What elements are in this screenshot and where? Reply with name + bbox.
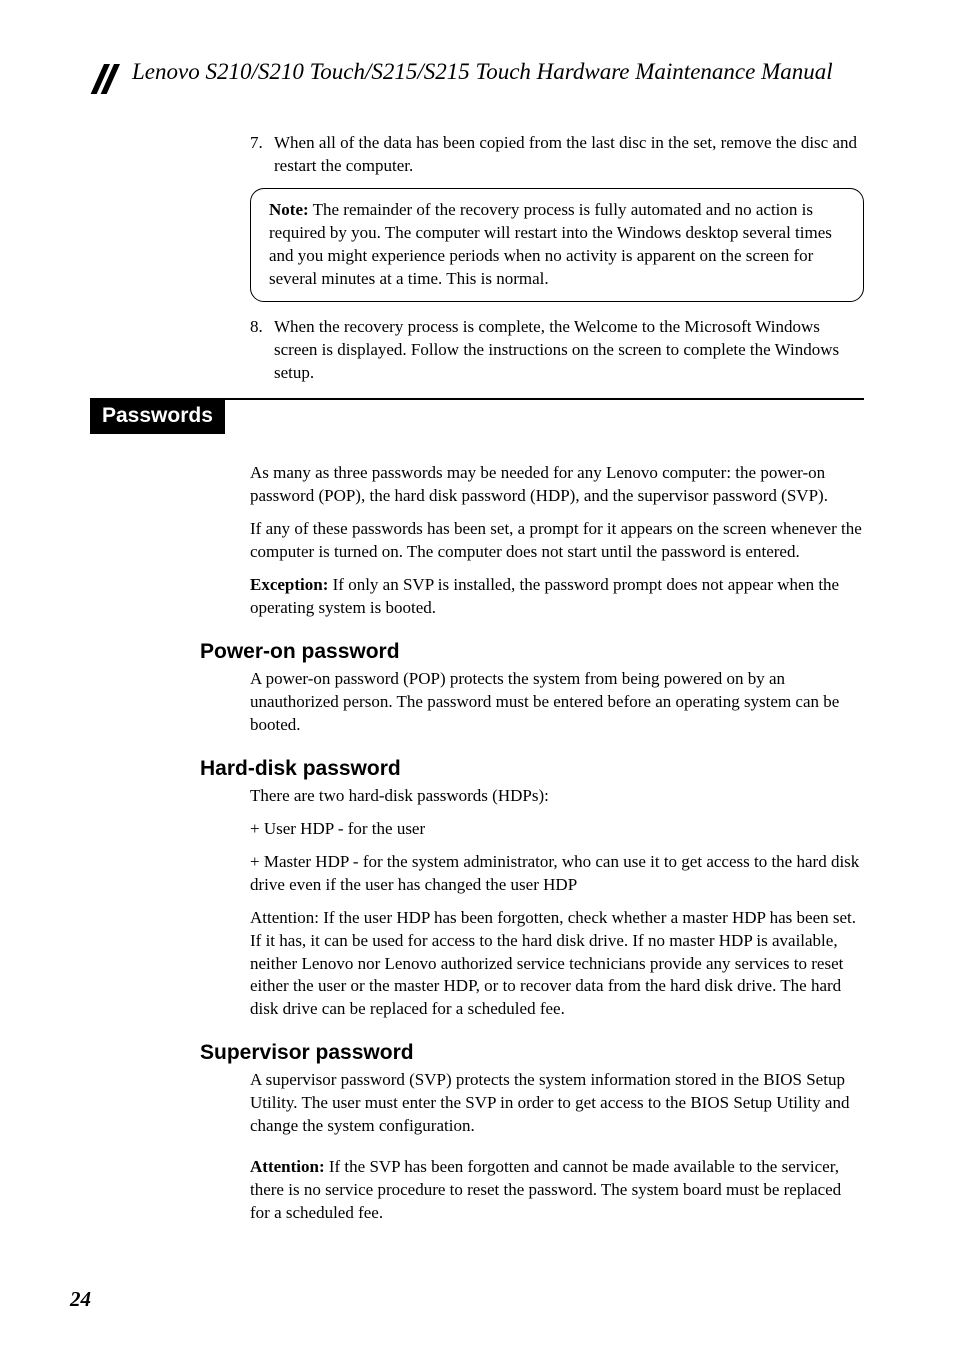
body-text: Exception: If only an SVP is installed, …	[250, 574, 864, 620]
body-text: If any of these passwords has been set, …	[250, 518, 864, 564]
attention-body: If the SVP has been forgotten and cannot…	[250, 1157, 841, 1222]
section-heading-bar: Passwords	[90, 398, 864, 434]
step-text: When all of the data has been copied fro…	[274, 132, 864, 178]
body-text: There are two hard-disk passwords (HDPs)…	[250, 785, 864, 808]
section-heading: Passwords	[90, 400, 225, 434]
body-text: Attention: If the SVP has been forgotten…	[250, 1156, 864, 1225]
exception-body: If only an SVP is installed, the passwor…	[250, 575, 839, 617]
note-label: Note:	[269, 200, 309, 219]
body-text: + Master HDP - for the system administra…	[250, 851, 864, 897]
note-body: The remainder of the recovery process is…	[269, 200, 832, 288]
body-text: Attention: If the user HDP has been forg…	[250, 907, 864, 1022]
subheading-supervisor: Supervisor password	[200, 1041, 864, 1065]
step-text: When the recovery process is complete, t…	[274, 316, 864, 385]
subheading-power-on: Power-on password	[200, 640, 864, 664]
body-text: A power-on password (POP) protects the s…	[250, 668, 864, 737]
subheading-hard-disk: Hard-disk password	[200, 757, 864, 781]
body-text: + User HDP - for the user	[250, 818, 864, 841]
step-number: 8.	[250, 316, 274, 385]
page-number: 24	[70, 1287, 91, 1312]
attention-label: Attention:	[250, 1157, 325, 1176]
step-number: 7.	[250, 132, 274, 178]
note-box: Note: The remainder of the recovery proc…	[250, 188, 864, 302]
body-text: A supervisor password (SVP) protects the…	[250, 1069, 864, 1138]
exception-label: Exception:	[250, 575, 328, 594]
document-title: Lenovo S210/S210 Touch/S215/S215 Touch H…	[132, 58, 833, 87]
logo-stripes-icon	[90, 64, 126, 94]
body-text: As many as three passwords may be needed…	[250, 462, 864, 508]
